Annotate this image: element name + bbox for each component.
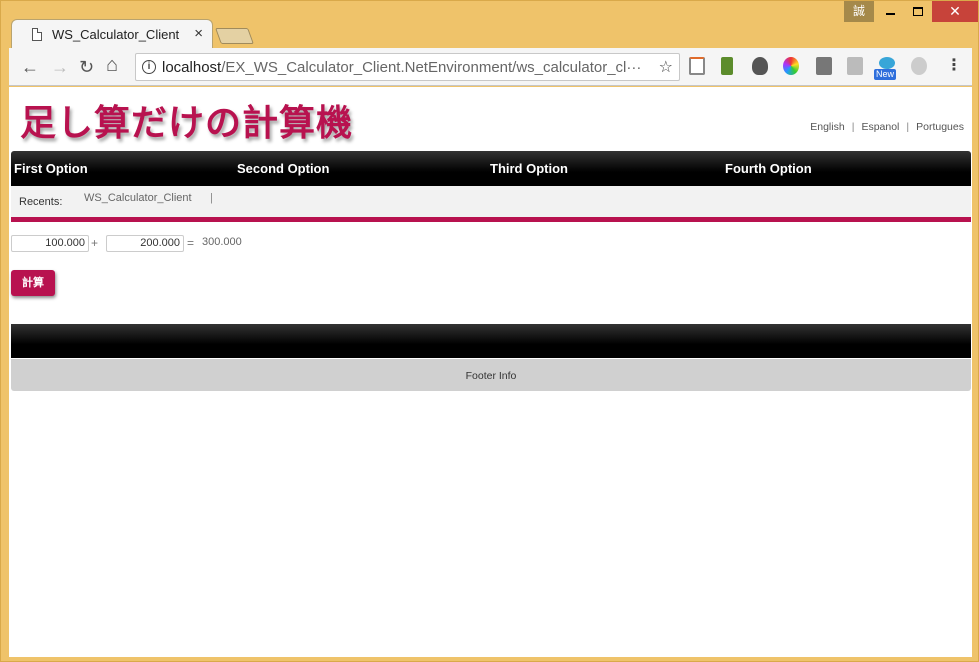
lang-espanol[interactable]: Espanol [861, 121, 899, 133]
reload-icon[interactable]: ↻ [79, 57, 94, 77]
operand2-input[interactable]: 200.000 [106, 235, 184, 252]
minimize-button[interactable] [876, 1, 904, 22]
extension-s-icon[interactable] [816, 57, 832, 75]
nav-first-option[interactable]: First Option [14, 161, 88, 176]
extension-bookmark-icon[interactable] [721, 57, 733, 75]
calculator-row: 100.000 + 200.000 = 300.000 [11, 235, 411, 255]
browser-window: 誠 ✕ WS_Calculator_Client × ← → ↻ ⌂ i loc… [0, 0, 979, 662]
close-window-button[interactable]: ✕ [932, 1, 978, 22]
site-title: 足し算だけの計算機 [20, 102, 354, 143]
language-links: English | Espanol | Portugues [810, 121, 964, 133]
chrome-menu-icon[interactable]: ⋮ [946, 56, 962, 76]
recents-bar: Recents: WS_Calculator_Client | [11, 186, 971, 217]
recents-separator: | [210, 192, 213, 204]
plus-sign: + [91, 236, 99, 250]
web-page: 足し算だけの計算機 English | Espanol | Portugues Firs… [9, 87, 972, 657]
minimize-icon [885, 12, 895, 15]
lang-portugues[interactable]: Portugues [916, 121, 964, 133]
ime-indicator[interactable]: 誠 [844, 1, 874, 22]
extension-new-icon[interactable] [879, 57, 895, 69]
browser-toolbar: ← → ↻ ⌂ i localhost/EX_WS_Calculator_Cli… [9, 48, 972, 86]
url-host: localhost [162, 59, 222, 76]
back-icon[interactable]: ← [21, 57, 39, 77]
evernote-icon[interactable] [752, 57, 768, 75]
recents-label: Recents: [19, 196, 63, 208]
forward-icon[interactable]: → [51, 57, 69, 77]
lang-english[interactable]: English [810, 121, 844, 133]
pdf-icon[interactable] [847, 57, 863, 75]
footer-bar [11, 324, 971, 358]
main-nav: First Option Second Option Third Option … [11, 151, 971, 186]
new-badge: New [874, 69, 897, 80]
page-icon [32, 28, 42, 41]
accent-divider [11, 217, 971, 222]
nav-fourth-option[interactable]: Fourth Option [725, 161, 812, 176]
url-path: /EX_WS_Calculator_Client.NetEnvironment/… [221, 59, 642, 76]
bookmark-star-icon[interactable]: ☆ [659, 57, 673, 77]
equals-sign: = [187, 236, 195, 250]
nav-third-option[interactable]: Third Option [490, 161, 568, 176]
calculate-button[interactable]: 計算 [11, 270, 55, 296]
lang-separator: | [906, 121, 910, 133]
tab-close-icon[interactable]: × [194, 25, 203, 42]
info-icon[interactable]: i [142, 60, 156, 74]
recents-link[interactable]: WS_Calculator_Client [84, 192, 192, 204]
tab-title: WS_Calculator_Client [52, 27, 180, 42]
extension-circle-icon[interactable] [911, 57, 927, 75]
browser-tab[interactable]: WS_Calculator_Client × [11, 19, 213, 49]
address-bar[interactable]: i localhost/EX_WS_Calculator_Client.NetE… [135, 53, 680, 81]
footer-info: Footer Info [11, 359, 971, 391]
nav-second-option[interactable]: Second Option [237, 161, 329, 176]
new-tab-button[interactable] [215, 28, 254, 44]
lang-separator: | [851, 121, 855, 133]
maximize-icon [913, 7, 923, 17]
result-value: 300.000 [202, 236, 242, 248]
maximize-button[interactable] [904, 1, 932, 22]
home-icon[interactable]: ⌂ [106, 55, 118, 75]
url-text: localhost/EX_WS_Calculator_Client.NetEnv… [162, 59, 652, 76]
color-picker-icon[interactable] [783, 57, 799, 75]
operand1-input[interactable]: 100.000 [11, 235, 89, 252]
extension-notes-icon[interactable] [689, 57, 705, 75]
